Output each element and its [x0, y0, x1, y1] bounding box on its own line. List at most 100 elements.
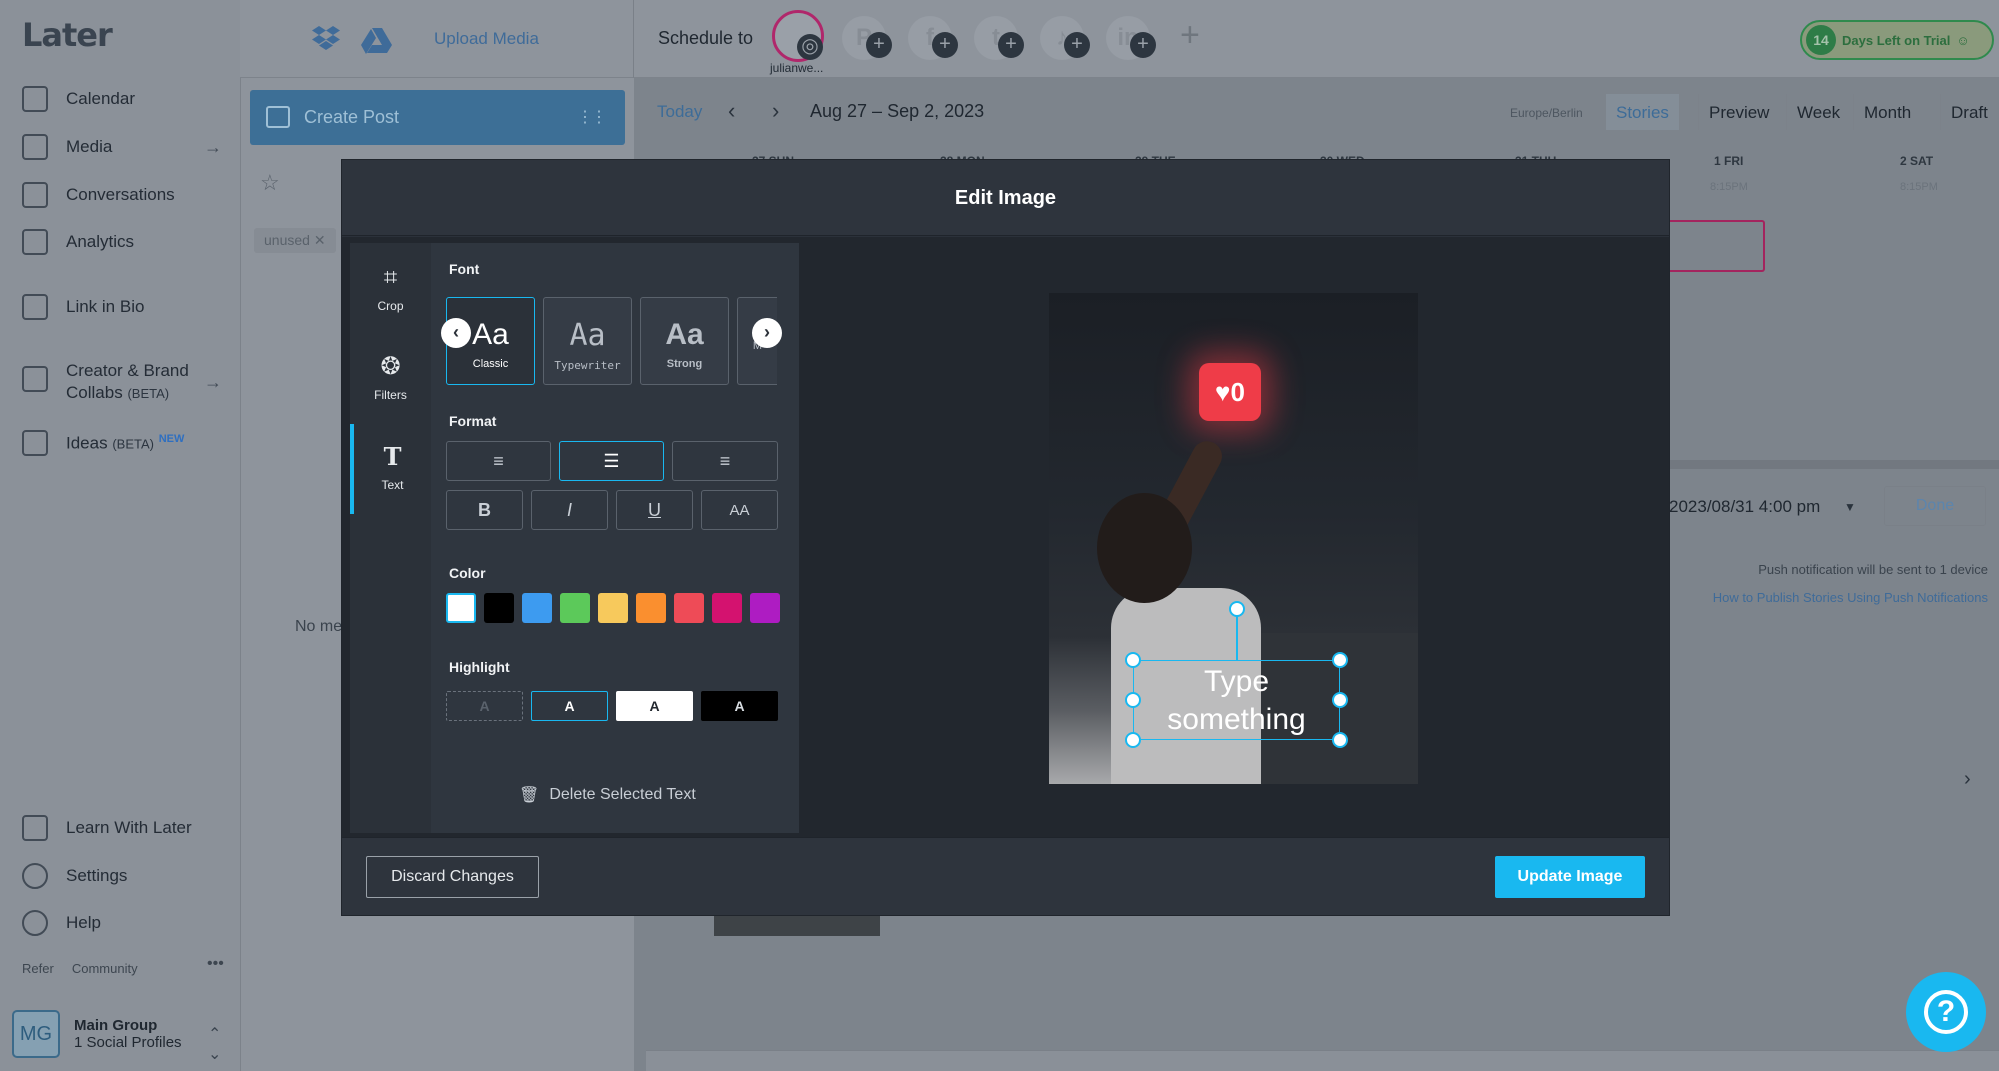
tab-draft[interactable]: Draft [1940, 94, 1998, 130]
align-center-icon: ☰ [603, 450, 620, 471]
update-image-button[interactable]: Update Image [1495, 856, 1645, 898]
highlight-none[interactable]: A [446, 691, 523, 721]
day-time: 8:15PM [1710, 181, 1748, 193]
text-layer[interactable]: Type something [1133, 660, 1340, 740]
schedule-to-label: Schedule to [658, 28, 754, 48]
font-typewriter[interactable]: Aa Typewriter [543, 297, 632, 385]
more-icon[interactable]: ••• [207, 955, 224, 973]
sidebar-item-media[interactable]: Media → [22, 134, 222, 160]
dropbox-icon[interactable] [311, 24, 341, 52]
resize-handle-left[interactable] [1125, 692, 1141, 708]
tool-filters[interactable]: ❂ Filters [350, 352, 431, 402]
sidebar-item-help[interactable]: Help [22, 910, 101, 936]
image-canvas[interactable]: ♥ 0 Type something [1049, 293, 1418, 784]
later-logo[interactable]: Later [22, 16, 113, 54]
star-icon[interactable]: ☆ [260, 170, 280, 196]
font-sample: Aa [569, 318, 606, 353]
text-icon: T [383, 442, 402, 471]
tab-stories[interactable]: Stories [1606, 94, 1679, 130]
tool-text[interactable]: T Text [350, 424, 431, 514]
tab-preview[interactable]: Preview [1698, 94, 1779, 130]
delete-text-button[interactable]: 🗑 Delete Selected Text [519, 785, 696, 805]
filter-tag[interactable]: unused ✕ [254, 228, 336, 253]
add-profile-icon[interactable]: + [1064, 32, 1090, 58]
filter-tag-label: unused [264, 232, 310, 248]
schedule-datetime[interactable]: 2023/08/31 4:00 pm [1669, 497, 1820, 517]
community-link[interactable]: Community [72, 961, 138, 976]
chevron-down-icon[interactable]: ▼ [1844, 500, 1856, 514]
help-chat-button[interactable]: ? [1906, 972, 1986, 1052]
sidebar-item-collabs[interactable]: Creator & Brand Collabs (BETA) → [22, 360, 222, 405]
tool-crop[interactable]: ⌗ Crop [350, 263, 431, 313]
add-social-profile-icon[interactable]: + [1180, 16, 1200, 55]
trial-badge[interactable]: 14 Days Left on Trial ☺ [1800, 20, 1994, 60]
color-swatch-magenta[interactable] [712, 593, 742, 623]
color-swatch-blue[interactable] [522, 593, 552, 623]
group-avatar: MG [12, 1010, 60, 1058]
scheduled-story-slot[interactable] [1660, 220, 1765, 272]
upload-media-link[interactable]: Upload Media [434, 29, 539, 49]
tab-month[interactable]: Month [1853, 94, 1921, 130]
color-swatch-purple[interactable] [750, 593, 780, 623]
refer-link[interactable]: Refer [22, 961, 54, 976]
bold-button[interactable]: B [446, 490, 523, 530]
resize-handle-top-right[interactable] [1332, 652, 1348, 668]
sidebar-item-link-in-bio[interactable]: Link in Bio [22, 294, 144, 320]
highlight-outline[interactable]: A [531, 691, 608, 721]
italic-button[interactable]: I [531, 490, 608, 530]
instagram-icon: ◎ [797, 34, 823, 60]
sidebar-item-learn[interactable]: Learn With Later [22, 815, 192, 841]
discard-changes-button[interactable]: Discard Changes [366, 856, 539, 898]
close-icon[interactable]: ✕ [314, 232, 326, 248]
align-right-button[interactable]: ≡ [672, 441, 778, 481]
color-label: Color [449, 565, 486, 581]
resize-handle-bottom-left[interactable] [1125, 732, 1141, 748]
create-post-button[interactable]: Create Post ⋮⋮ [250, 90, 625, 145]
google-drive-icon[interactable] [361, 26, 393, 54]
color-swatch-red[interactable] [674, 593, 704, 623]
underline-button[interactable]: U [616, 490, 693, 530]
highlight-white[interactable]: A [616, 691, 693, 721]
chevron-updown-icon[interactable]: ⌃ ⌄ [208, 1024, 221, 1064]
push-help-link[interactable]: How to Publish Stories Using Push Notifi… [1660, 590, 1988, 605]
add-profile-icon[interactable]: + [866, 32, 892, 58]
highlight-black[interactable]: A [701, 691, 778, 721]
sidebar-item-analytics[interactable]: Analytics [22, 229, 134, 255]
font-strong[interactable]: Aa Strong [640, 297, 729, 385]
align-left-button[interactable]: ≡ [446, 441, 551, 481]
tab-week[interactable]: Week [1786, 94, 1850, 130]
color-swatch-white[interactable] [446, 593, 476, 623]
sidebar-item-conversations[interactable]: Conversations [22, 182, 175, 208]
resize-handle-top-left[interactable] [1125, 652, 1141, 668]
chevron-right-icon[interactable]: › [752, 318, 782, 348]
align-center-button[interactable]: ☰ [559, 441, 664, 481]
add-profile-icon[interactable]: + [932, 32, 958, 58]
add-profile-icon[interactable]: + [1130, 32, 1156, 58]
chevron-right-icon[interactable]: › [1964, 768, 1971, 791]
color-swatch-yellow[interactable] [598, 593, 628, 623]
color-swatch-orange[interactable] [636, 593, 666, 623]
color-swatch-black[interactable] [484, 593, 514, 623]
beta-badge: (BETA) [127, 386, 170, 401]
new-badge: NEW [158, 432, 185, 445]
sidebar-item-ideas[interactable]: Ideas (BETA) NEW [22, 430, 184, 456]
add-profile-icon[interactable]: + [998, 32, 1024, 58]
trash-icon: 🗑 [519, 787, 540, 804]
group-switcher[interactable]: MG Main Group 1 Social Profiles [12, 1010, 182, 1058]
text-size-button[interactable]: AA [701, 490, 778, 530]
done-button[interactable]: Done [1884, 486, 1986, 526]
today-button[interactable]: Today [657, 102, 702, 122]
drag-handle-icon[interactable]: ⋮⋮ [577, 107, 607, 127]
sidebar-item-label: Ideas [66, 433, 108, 453]
sidebar-item-calendar[interactable]: Calendar [22, 86, 135, 112]
group-name: Main Group [74, 1017, 158, 1034]
timezone-label[interactable]: Europe/Berlin [1510, 106, 1583, 120]
resize-handle-bottom-right[interactable] [1332, 732, 1348, 748]
chevron-left-icon[interactable]: ‹ [441, 318, 471, 348]
chevron-left-icon[interactable]: ‹ [728, 98, 735, 124]
color-swatch-green[interactable] [560, 593, 590, 623]
sidebar-item-settings[interactable]: Settings [22, 863, 127, 889]
resize-handle-right[interactable] [1332, 692, 1348, 708]
chevron-right-icon[interactable]: › [772, 98, 779, 124]
rotate-handle[interactable] [1229, 601, 1245, 617]
